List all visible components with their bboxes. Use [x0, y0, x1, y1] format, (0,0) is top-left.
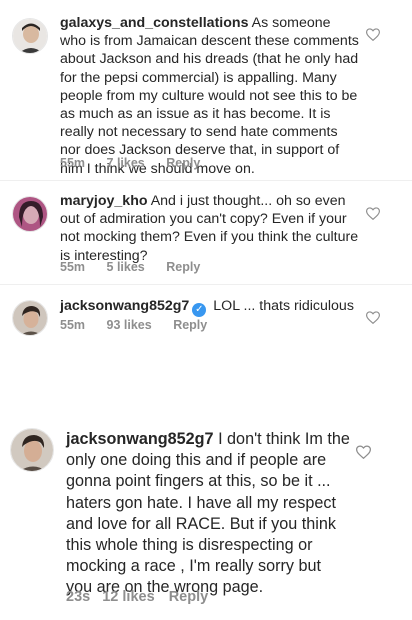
comment-text: galaxys_and_constellations As someone wh…: [60, 14, 360, 178]
reply-button[interactable]: Reply: [166, 260, 200, 274]
avatar[interactable]: [12, 18, 48, 54]
comment-time: 55m: [60, 156, 86, 170]
divider: [0, 284, 412, 285]
comment-username[interactable]: maryjoy_kho: [60, 193, 148, 209]
heart-outline-icon[interactable]: [365, 207, 381, 225]
comment-meta: 23s 12 likes Reply: [66, 589, 226, 605]
reply-button[interactable]: Reply: [169, 589, 209, 605]
comment-likes[interactable]: 7 likes: [107, 156, 145, 170]
comment-time: 55m: [60, 260, 86, 274]
reply-button[interactable]: Reply: [173, 318, 207, 332]
comment-likes[interactable]: 12 likes: [102, 589, 154, 605]
comment-username[interactable]: jacksonwang852g7: [66, 430, 214, 448]
comment-text: jacksonwang852g7 ✓ LOL ... thats ridiculo…: [60, 297, 360, 317]
heart-outline-icon[interactable]: [365, 311, 381, 329]
comment-likes[interactable]: 93 likes: [107, 318, 152, 332]
comment-meta: 55m 93 likes Reply: [60, 318, 225, 332]
heart-outline-icon[interactable]: [365, 28, 381, 46]
comment-time: 23s: [66, 589, 91, 605]
heart-outline-icon[interactable]: [355, 445, 372, 464]
comment-text: jacksonwang852g7 I don't think Im the on…: [66, 429, 350, 599]
comment-meta: 55m 7 likes Reply: [60, 156, 218, 170]
avatar[interactable]: [12, 300, 48, 336]
divider: [0, 180, 412, 181]
comment-username[interactable]: galaxys_and_constellations: [60, 15, 248, 31]
comment-time: 55m: [60, 318, 86, 332]
avatar[interactable]: [12, 196, 48, 232]
verified-badge-icon: ✓: [192, 303, 207, 317]
comment-meta: 55m 5 likes Reply: [60, 260, 218, 274]
comment-body: I don't think Im the only one doing this…: [66, 430, 350, 597]
comment-likes[interactable]: 5 likes: [107, 260, 145, 274]
avatar[interactable]: [10, 428, 54, 472]
comment-text: maryjoy_kho And i just thought... oh so …: [60, 192, 360, 265]
comment-body: LOL ... thats ridiculous: [213, 298, 354, 314]
comment-username[interactable]: jacksonwang852g7: [60, 298, 189, 314]
comment-body: As someone who is from Jamaican descent …: [60, 15, 359, 177]
reply-button[interactable]: Reply: [166, 156, 200, 170]
